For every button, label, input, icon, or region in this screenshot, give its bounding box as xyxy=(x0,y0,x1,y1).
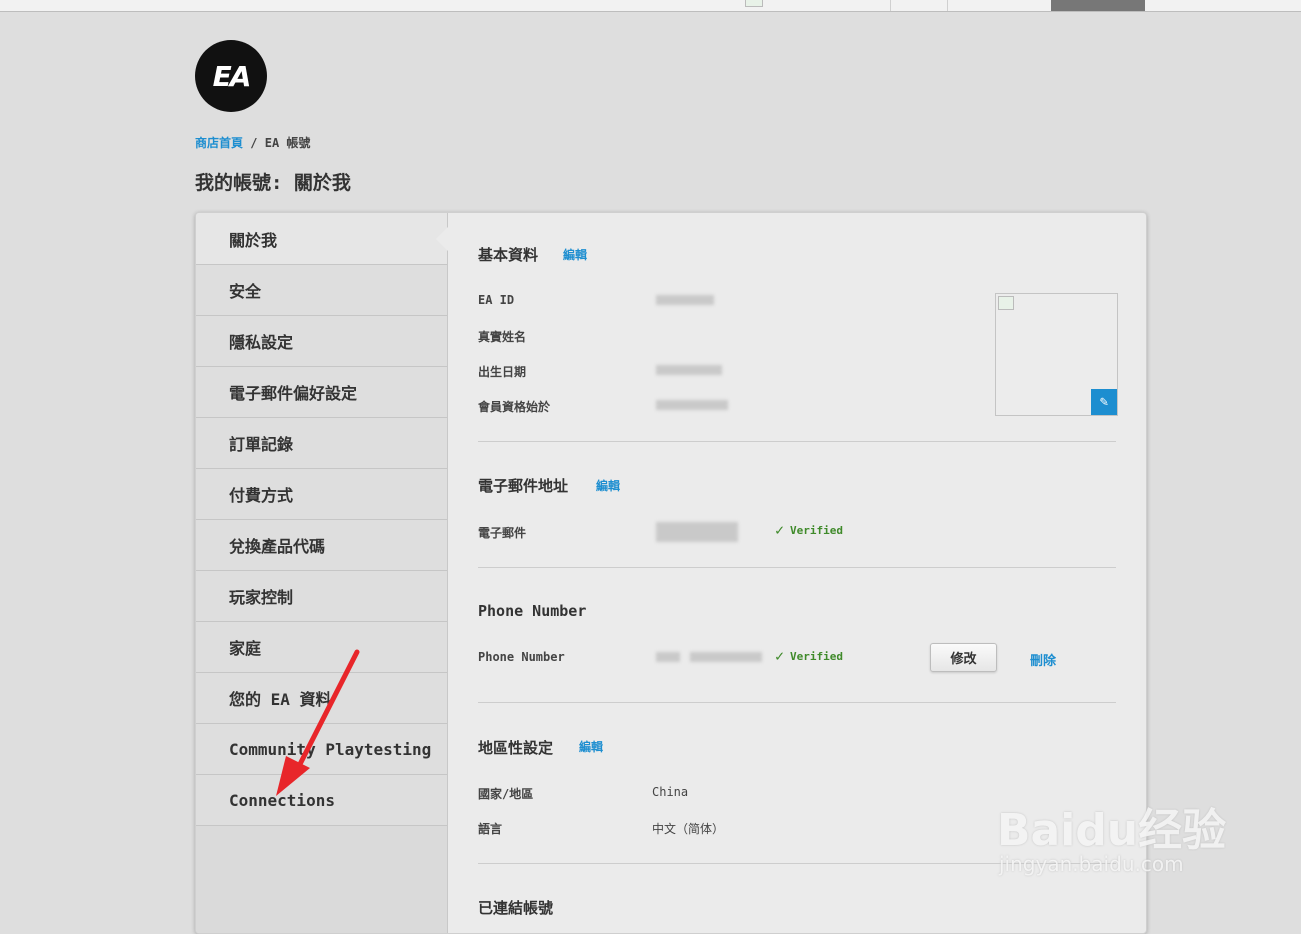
birth-date-value-redacted xyxy=(656,365,722,375)
sidebar-item-label: 安全 xyxy=(229,282,262,301)
modify-phone-button[interactable]: 修改 xyxy=(930,643,997,672)
phone-section-title: Phone Number xyxy=(478,602,587,620)
birth-date-label: 出生日期 xyxy=(478,365,527,379)
sidebar-item-label: 玩家控制 xyxy=(229,588,294,607)
watermark-brand: Baidu经验 xyxy=(997,805,1227,856)
sidebar-item-payment-methods[interactable]: 付費方式 xyxy=(196,469,447,520)
linked-accounts-title: 已連結帳號 xyxy=(478,899,554,917)
watermark-url: jingyan.baidu.com xyxy=(999,852,1184,876)
verified-text: Verified xyxy=(790,524,844,537)
verified-text: Verified xyxy=(790,650,844,663)
ea-logo[interactable]: EA xyxy=(195,40,267,112)
sidebar-item-label: 電子郵件偏好設定 xyxy=(229,384,358,403)
broken-image-icon xyxy=(998,296,1014,310)
sidebar-item-label: 付費方式 xyxy=(229,486,294,505)
ea-id-label: EA ID xyxy=(478,293,515,307)
member-since-value-redacted xyxy=(656,400,728,410)
sidebar-item-player-controls[interactable]: 玩家控制 xyxy=(196,571,447,622)
member-since-label: 會員資格始於 xyxy=(478,400,551,414)
page-title: 我的帳號: 關於我 xyxy=(195,172,351,194)
avatar: ✎ xyxy=(995,293,1118,416)
email-section-title: 電子郵件地址 xyxy=(478,477,569,495)
phone-value-redacted xyxy=(690,652,762,662)
phone-prefix-redacted xyxy=(656,652,680,662)
red-arrow-annotation xyxy=(276,649,360,796)
country-label: 國家/地區 xyxy=(478,787,534,801)
top-bar xyxy=(0,0,1301,12)
topbar-account-tab[interactable] xyxy=(1051,0,1145,11)
ea-logo-text: EA xyxy=(212,59,252,93)
country-value: China xyxy=(652,785,689,799)
sidebar-item-email-preferences[interactable]: 電子郵件偏好設定 xyxy=(196,367,447,418)
regional-edit-link[interactable]: 編輯 xyxy=(579,738,603,755)
regional-section-title: 地區性設定 xyxy=(478,739,554,757)
sidebar-item-security[interactable]: 安全 xyxy=(196,265,447,316)
email-verified-badge: ✓ Verified xyxy=(775,523,843,538)
sidebar-item-label: 訂單記錄 xyxy=(229,435,294,454)
section-divider xyxy=(478,567,1116,568)
sidebar-item-order-history[interactable]: 訂單記錄 xyxy=(196,418,447,469)
sidebar: 關於我 安全 隱私設定 電子郵件偏好設定 訂單記錄 付費方式 兌換產品代碼 玩家… xyxy=(196,213,448,933)
email-edit-link[interactable]: 編輯 xyxy=(596,477,620,494)
baidu-watermark: Baidu经验 jingyan.baidu.com xyxy=(997,766,1257,886)
sidebar-item-label: 兌換產品代碼 xyxy=(229,537,326,556)
checkmark-icon: ✓ xyxy=(775,647,785,665)
basic-info-edit-link[interactable]: 編輯 xyxy=(563,246,587,263)
sidebar-item-about-me[interactable]: 關於我 xyxy=(196,213,448,265)
delete-phone-link[interactable]: 刪除 xyxy=(1030,650,1056,669)
sidebar-item-redeem-code[interactable]: 兌換產品代碼 xyxy=(196,520,447,571)
sidebar-item-label: 關於我 xyxy=(229,230,278,250)
phone-label: Phone Number xyxy=(478,650,565,664)
phone-verified-badge: ✓ Verified xyxy=(775,649,843,664)
language-value: 中文（简体） xyxy=(652,822,725,836)
language-label: 語言 xyxy=(478,822,503,836)
breadcrumb: 商店首頁 / EA 帳號 xyxy=(195,134,310,151)
section-divider xyxy=(478,441,1116,442)
sidebar-item-label: 家庭 xyxy=(229,639,262,658)
broken-image-icon xyxy=(745,0,763,7)
real-name-label: 真實姓名 xyxy=(478,330,527,344)
breadcrumb-home-link[interactable]: 商店首頁 xyxy=(195,136,243,150)
sidebar-item-label: 隱私設定 xyxy=(229,333,294,352)
checkmark-icon: ✓ xyxy=(775,521,785,539)
email-value-redacted xyxy=(656,522,738,542)
topbar-divider xyxy=(890,0,891,11)
section-divider xyxy=(478,702,1116,703)
breadcrumb-separator: / xyxy=(250,136,258,150)
email-label: 電子郵件 xyxy=(478,526,527,540)
sidebar-item-privacy[interactable]: 隱私設定 xyxy=(196,316,447,367)
basic-info-title: 基本資料 xyxy=(478,246,539,264)
topbar-divider xyxy=(947,0,948,11)
ea-id-value-redacted xyxy=(656,295,714,305)
pencil-icon[interactable]: ✎ xyxy=(1091,389,1117,415)
breadcrumb-current: EA 帳號 xyxy=(264,136,311,150)
